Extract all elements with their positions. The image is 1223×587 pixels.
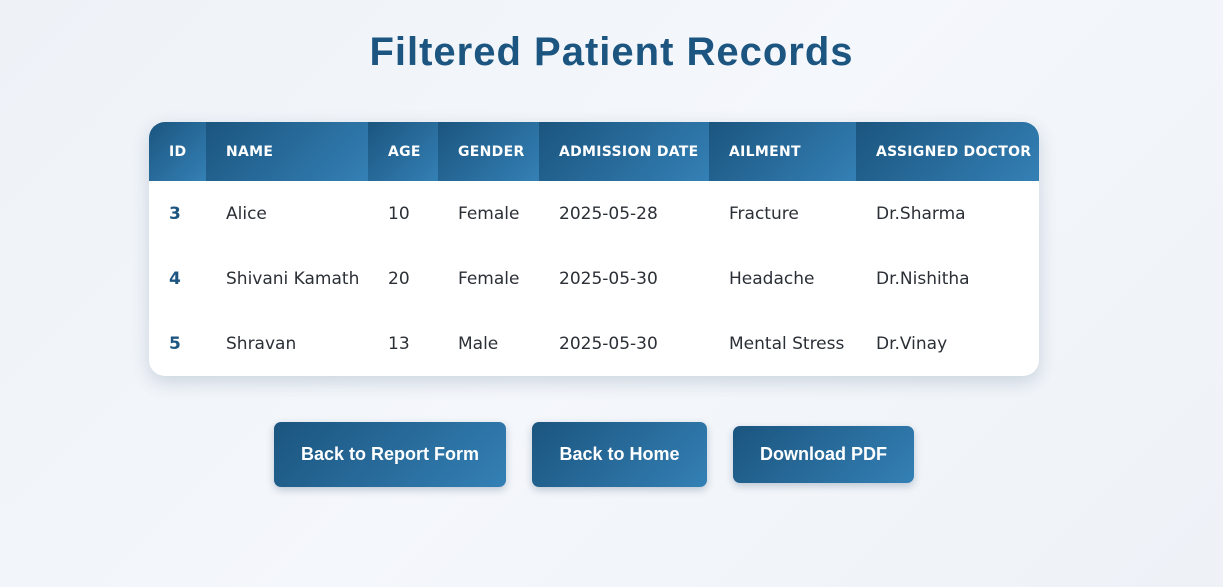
cell-id: 4 <box>169 268 181 289</box>
cell-age: 13 <box>388 333 410 354</box>
column-header-admission-date: ADMISSION DATE <box>539 122 709 181</box>
cell-gender: Female <box>458 268 520 289</box>
cell-age: 20 <box>388 268 410 289</box>
back-to-home-button[interactable]: Back to Home <box>532 422 707 487</box>
table-row: 5 Shravan 13 Male 2025-05-30 Mental Stre… <box>149 311 1039 376</box>
cell-name: Shravan <box>226 333 297 354</box>
column-header-age: AGE <box>368 122 438 181</box>
cell-admission-date: 2025-05-28 <box>559 203 658 224</box>
table-header-row: ID NAME AGE GENDER ADMISSION DATE AILMEN… <box>149 122 1039 181</box>
column-header-assigned-doctor: ASSIGNED DOCTOR <box>856 122 1039 181</box>
table-row: 3 Alice 10 Female 2025-05-28 Fracture Dr… <box>149 181 1039 246</box>
cell-id: 3 <box>169 203 181 224</box>
table-row: 4 Shivani Kamath 20 Female 2025-05-30 He… <box>149 246 1039 311</box>
patient-records-table: ID NAME AGE GENDER ADMISSION DATE AILMEN… <box>149 122 1039 376</box>
page-title: Filtered Patient Records <box>369 30 854 74</box>
cell-admission-date: 2025-05-30 <box>559 268 658 289</box>
download-pdf-button[interactable]: Download PDF <box>733 426 914 483</box>
column-header-ailment: AILMENT <box>709 122 856 181</box>
cell-gender: Female <box>458 203 520 224</box>
cell-age: 10 <box>388 203 410 224</box>
cell-assigned-doctor: Dr.Vinay <box>876 333 948 354</box>
cell-assigned-doctor: Dr.Sharma <box>876 203 966 224</box>
cell-ailment: Fracture <box>729 203 799 224</box>
column-header-name: NAME <box>206 122 368 181</box>
cell-id: 5 <box>169 333 181 354</box>
cell-gender: Male <box>458 333 499 354</box>
cell-assigned-doctor: Dr.Nishitha <box>876 268 970 289</box>
column-header-gender: GENDER <box>438 122 539 181</box>
cell-ailment: Mental Stress <box>729 333 845 354</box>
cell-name: Shivani Kamath <box>226 268 360 289</box>
column-header-id: ID <box>149 122 206 181</box>
cell-admission-date: 2025-05-30 <box>559 333 658 354</box>
back-to-report-form-button[interactable]: Back to Report Form <box>274 422 506 487</box>
cell-name: Alice <box>226 203 267 224</box>
cell-ailment: Headache <box>729 268 815 289</box>
